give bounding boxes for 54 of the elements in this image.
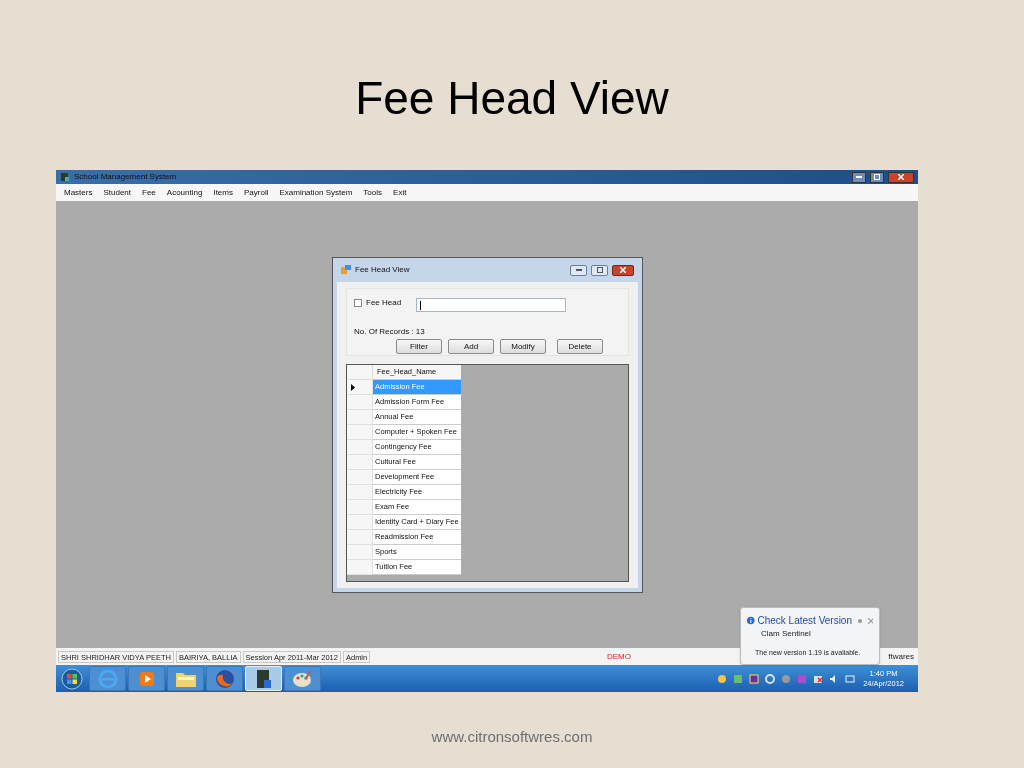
menu-item[interactable]: Fee xyxy=(142,186,156,199)
close-icon xyxy=(620,267,626,273)
tray-icon[interactable] xyxy=(765,673,776,684)
close-button[interactable] xyxy=(612,264,634,276)
menu-item[interactable]: Student xyxy=(103,186,132,199)
app-icon xyxy=(60,172,70,182)
child-window-title: Fee Head View xyxy=(355,264,410,276)
globe-icon xyxy=(213,667,236,690)
menu-item[interactable]: Acounting xyxy=(166,186,203,199)
close-icon xyxy=(898,174,904,180)
menu-item[interactable]: Masters xyxy=(64,186,93,199)
action-button[interactable]: Filter xyxy=(396,339,442,354)
browser-icon xyxy=(96,667,119,690)
row-header-corner xyxy=(347,365,373,380)
form-icon xyxy=(341,265,351,275)
checkbox-label: Fee Head xyxy=(366,297,402,309)
slide-title: Fee Head View xyxy=(355,71,669,126)
footer-url: www.citronsoftwres.com xyxy=(431,727,593,747)
palette-icon xyxy=(291,668,314,689)
restore-icon xyxy=(596,267,603,273)
restore-icon xyxy=(874,174,880,180)
info-icon xyxy=(747,616,755,625)
minimize-icon xyxy=(856,176,862,178)
record-count: No. Of Records : 13 xyxy=(354,326,425,338)
notification-title: Check Latest Version xyxy=(757,614,852,628)
action-button[interactable]: Add xyxy=(448,339,494,354)
fee-head-field[interactable] xyxy=(416,298,566,312)
status-credit: ftwares xyxy=(888,650,914,663)
minimize-icon xyxy=(575,269,582,271)
maximize-button[interactable] xyxy=(870,171,884,183)
action-button[interactable]: Delete xyxy=(557,339,603,354)
menu-item[interactable]: Exit xyxy=(393,186,407,199)
demo-label: DEMO xyxy=(607,650,631,663)
notification-source: Clam Sentinel xyxy=(760,628,812,640)
tray-icon[interactable] xyxy=(781,673,792,684)
menu-item[interactable]: Payroll xyxy=(244,186,269,199)
tray-icon[interactable] xyxy=(733,673,744,684)
maximize-button[interactable] xyxy=(591,264,608,276)
close-button[interactable] xyxy=(888,171,914,183)
close-icon[interactable] xyxy=(868,617,873,624)
menu-item[interactable]: Examination System xyxy=(279,186,353,199)
play-icon xyxy=(138,670,155,687)
tray-icon[interactable] xyxy=(717,673,728,684)
row-header[interactable] xyxy=(347,380,373,395)
window-title: School Management System xyxy=(74,171,177,183)
tray-icon[interactable] xyxy=(749,673,760,684)
fee-head-checkbox[interactable] xyxy=(354,299,362,307)
app-icon xyxy=(254,667,273,690)
action-button[interactable]: Modify xyxy=(500,339,546,354)
start-orb-icon xyxy=(61,667,83,690)
minimize-button[interactable] xyxy=(852,171,866,183)
minimize-button[interactable] xyxy=(570,264,587,276)
menu-item[interactable]: Tools xyxy=(363,186,383,199)
menu-item[interactable]: Items xyxy=(213,186,233,199)
